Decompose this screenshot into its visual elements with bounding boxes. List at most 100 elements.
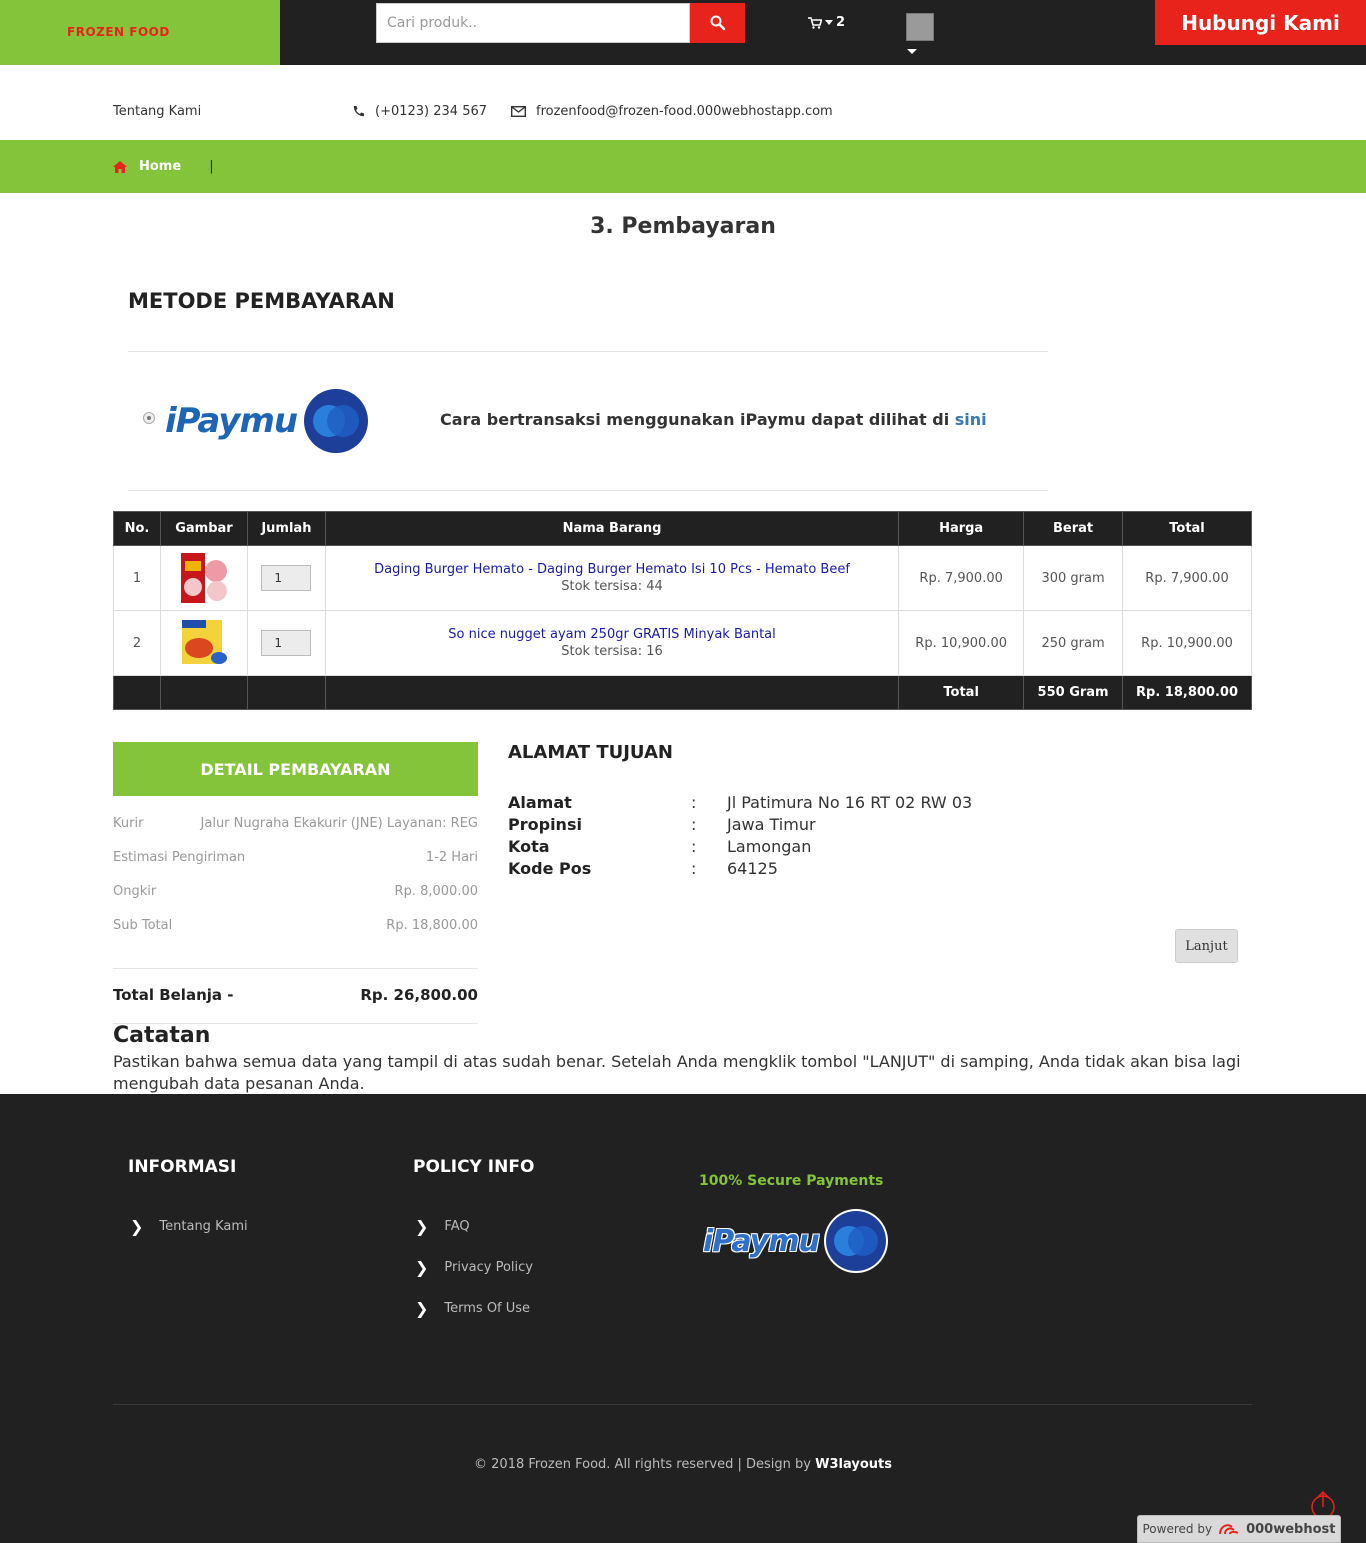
- footer-empty-cell: [113, 675, 161, 710]
- ipaymu-circle-icon: [304, 389, 369, 453]
- divider: [128, 490, 1048, 491]
- grand-total: Total Belanja - Rp. 26,800.00: [113, 986, 478, 1004]
- table-header-row: No. Gambar Jumlah Nama Barang Harga Bera…: [113, 511, 1252, 546]
- product-link[interactable]: Daging Burger Hemato - Daging Burger Hem…: [326, 562, 898, 577]
- payment-instructions-text: Cara bertransaksi menggunakan iPaymu dap…: [440, 410, 950, 429]
- cart-table: No. Gambar Jumlah Nama Barang Harga Bera…: [113, 511, 1252, 710]
- footer-link-about[interactable]: ❯ Tentang Kami: [130, 1217, 248, 1236]
- footer-empty-cell: [246, 675, 326, 710]
- row-price: Rp. 7,900.00: [898, 545, 1025, 611]
- powered-label: Powered by: [1142, 1522, 1213, 1536]
- phone-info: (+0123) 234 567: [352, 104, 487, 119]
- payment-instructions: Cara bertransaksi menggunakan iPaymu dap…: [440, 410, 987, 429]
- grand-total-label: Total Belanja -: [113, 986, 234, 1004]
- payment-method-title: METODE PEMBAYARAN: [128, 289, 395, 313]
- powered-by-badge[interactable]: Powered by 000webhost: [1137, 1515, 1341, 1543]
- qty-cell: 1: [246, 545, 326, 611]
- continue-button[interactable]: Lanjut: [1175, 929, 1238, 963]
- col-header-price: Harga: [898, 511, 1025, 546]
- row-no: 2: [113, 610, 161, 676]
- contact-button[interactable]: Hubungi Kami: [1155, 0, 1366, 45]
- detail-value: Rp. 8,000.00: [394, 884, 478, 899]
- row-no: 1: [113, 545, 161, 611]
- footer-link-terms[interactable]: ❯ Terms Of Use: [415, 1299, 530, 1318]
- table-footer-row: Total 550 Gram Rp. 18,800.00: [113, 675, 1252, 710]
- footer-divider: [113, 1404, 1252, 1405]
- detail-row-subtotal: Sub Total Rp. 18,800.00: [113, 918, 478, 933]
- product-stock: Stok tersisa: 44: [561, 579, 663, 594]
- payment-detail-title: DETAIL PEMBAYARAN: [113, 742, 478, 796]
- detail-row-courier: Kurir Jalur Nugraha Ekakurir (JNE) Layan…: [113, 816, 478, 831]
- breadcrumb-home[interactable]: Home: [139, 159, 181, 174]
- footer-ipaymu-logo-text: iPaymu: [703, 1223, 820, 1259]
- divider: [128, 351, 1048, 352]
- powered-brand: 000webhost: [1246, 1521, 1336, 1537]
- detail-label: Sub Total: [113, 918, 173, 933]
- detail-value: Jalur Nugraha Ekakurir (JNE) Layanan: RE…: [200, 816, 478, 831]
- footer-total-price: Rp. 18,800.00: [1122, 675, 1252, 710]
- webhost-logo-icon: [1219, 1524, 1239, 1535]
- quantity-input[interactable]: 1: [261, 565, 312, 591]
- row-weight: 300 gram: [1023, 545, 1124, 611]
- search-input[interactable]: Cari produk..: [376, 3, 690, 43]
- ipaymu-logo-text: iPaymu: [165, 401, 298, 441]
- chevron-right-icon: ❯: [415, 1217, 429, 1236]
- secure-payments-title: 100% Secure Payments: [699, 1173, 884, 1189]
- chevron-right-icon: ❯: [415, 1258, 429, 1277]
- detail-value: 1-2 Hari: [425, 850, 478, 865]
- footer-link-label: FAQ: [444, 1219, 470, 1234]
- address-colon: :: [691, 837, 697, 856]
- instructions-link[interactable]: sini: [955, 410, 987, 429]
- address-colon: :: [691, 859, 697, 878]
- product-name-cell: So nice nugget ayam 250gr GRATIS Minyak …: [324, 610, 900, 676]
- brand-name: FROZEN FOOD: [67, 25, 170, 39]
- address-colon: :: [691, 793, 697, 812]
- detail-row-shipping: Ongkir Rp. 8,000.00: [113, 884, 478, 899]
- cart-count: 2: [836, 15, 846, 30]
- ipaymu-radio[interactable]: [143, 412, 155, 424]
- product-link[interactable]: So nice nugget ayam 250gr GRATIS Minyak …: [326, 627, 898, 642]
- search-button[interactable]: [690, 3, 745, 43]
- col-header-total: Total: [1122, 511, 1252, 546]
- user-menu-caret-icon[interactable]: [907, 49, 917, 54]
- address-label: Kode Pos: [508, 859, 592, 878]
- col-header-qty: Jumlah: [246, 511, 326, 546]
- email-info: frozenfood@frozen-food.000webhostapp.com: [511, 104, 833, 119]
- row-total: Rp. 7,900.00: [1122, 545, 1252, 611]
- address-value: 64125: [727, 859, 778, 878]
- address-colon: :: [691, 815, 697, 834]
- cart-icon: [808, 16, 822, 29]
- detail-label: Kurir: [113, 816, 144, 831]
- address-label: Alamat: [508, 793, 572, 812]
- col-header-image: Gambar: [159, 511, 248, 546]
- footer-link-faq[interactable]: ❯ FAQ: [415, 1217, 470, 1236]
- brand-logo[interactable]: FROZEN FOOD: [0, 0, 280, 65]
- product-name-cell: Daging Burger Hemato - Daging Burger Hem…: [324, 545, 900, 611]
- row-weight: 250 gram: [1023, 610, 1124, 676]
- footer-link-privacy[interactable]: ❯ Privacy Policy: [415, 1258, 533, 1277]
- note-text: Pastikan bahwa semua data yang tampil di…: [113, 1052, 1241, 1093]
- footer-policy-title: POLICY INFO: [413, 1157, 535, 1177]
- row-total: Rp. 10,900.00: [1122, 610, 1252, 676]
- about-link[interactable]: Tentang Kami: [113, 104, 201, 119]
- footer-total-weight: 550 Gram: [1023, 675, 1124, 710]
- product-image-cell: [159, 545, 248, 611]
- phone-icon: [353, 106, 364, 117]
- detail-value: Rp. 18,800.00: [386, 918, 478, 933]
- divider: [113, 968, 478, 969]
- cart-button[interactable]: 2: [808, 15, 845, 30]
- table-row: 2 1 So nice nugget ayam 250gr GRATIS Min…: [113, 610, 1252, 676]
- avatar[interactable]: [906, 13, 934, 41]
- address-value: Jawa Timur: [727, 815, 816, 834]
- product-image: [178, 618, 229, 668]
- address-label: Propinsi: [508, 815, 582, 834]
- detail-row-estimate: Estimasi Pengiriman 1-2 Hari: [113, 850, 478, 865]
- designer-link[interactable]: W3layouts: [815, 1457, 892, 1472]
- footer-empty-cell: [324, 675, 900, 710]
- search-icon: [710, 15, 725, 31]
- copyright-text: © 2018 Frozen Food. All rights reserved …: [474, 1457, 811, 1472]
- breadcrumb-separator: |: [209, 159, 214, 174]
- footer-empty-cell: [159, 675, 248, 710]
- breadcrumb: Home |: [113, 159, 214, 174]
- quantity-input[interactable]: 1: [261, 630, 312, 656]
